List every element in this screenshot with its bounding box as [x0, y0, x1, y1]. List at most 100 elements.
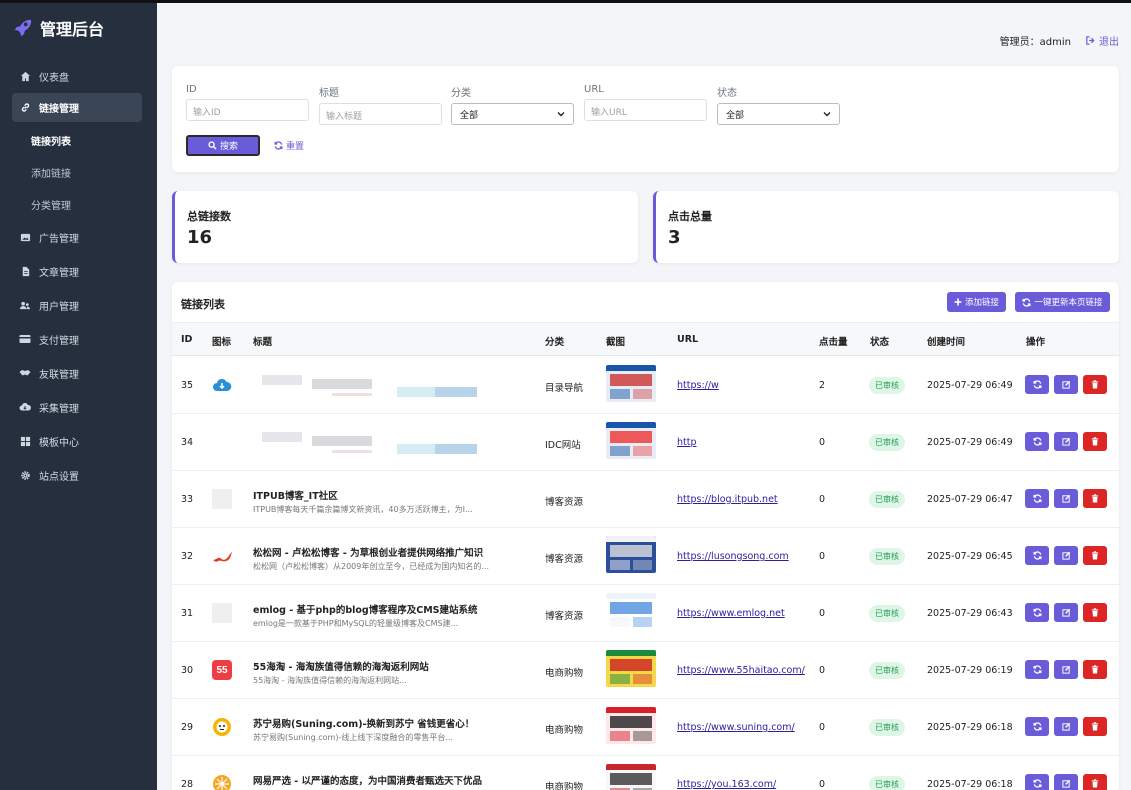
row-actions [1025, 603, 1107, 622]
row-title[interactable]: ITPUB博客_IT社区 [253, 488, 338, 502]
link-icon [19, 102, 31, 114]
delete-row-button[interactable] [1083, 603, 1107, 622]
refresh-row-button[interactable] [1025, 375, 1049, 394]
row-title[interactable]: emlog - 基于php的blog博客程序及CMS建站系统 [253, 602, 478, 616]
table-row: 31 emlog - 基于php的blog博客程序及CMS建站系统 emlog是一款… [172, 585, 1119, 642]
row-screenshot[interactable] [606, 707, 656, 744]
row-actions [1025, 375, 1107, 394]
row-url-link[interactable]: https://blog.itpub.net [677, 494, 778, 505]
edit-row-button[interactable] [1054, 432, 1078, 451]
id-input[interactable]: 输入ID [186, 99, 309, 121]
sidebar-subitem-add-link[interactable]: 添加链接 [0, 156, 157, 188]
sidebar-item-links[interactable]: 链接管理 [12, 93, 142, 122]
sidebar-subitem-category[interactable]: 分类管理 [0, 188, 157, 220]
delete-row-button[interactable] [1083, 375, 1107, 394]
redacted-block [435, 387, 477, 397]
row-url-link[interactable]: https://www.emlog.net [677, 608, 785, 619]
column-header: 截图 [606, 337, 626, 348]
edit-row-button[interactable] [1054, 375, 1078, 394]
edit-icon [1061, 665, 1070, 674]
add-link-button[interactable]: 添加链接 [947, 292, 1006, 312]
edit-row-button[interactable] [1054, 660, 1078, 679]
delete-row-button[interactable] [1083, 660, 1107, 679]
row-title[interactable]: 苏宁易购(Suning.com)-换新到苏宁 省钱更省心！ [253, 716, 474, 730]
edit-icon [1061, 437, 1070, 446]
edit-row-button[interactable] [1054, 546, 1078, 565]
row-category: 博客资源 [545, 554, 584, 565]
row-url-link[interactable]: https://w [677, 380, 719, 391]
placeholder-icon [211, 488, 233, 510]
title-input[interactable]: 输入标题 [319, 103, 442, 125]
sidebar-item-articles[interactable]: 文章管理 [0, 254, 157, 288]
url-label: URL [584, 84, 604, 95]
sidebar-item-users[interactable]: 用户管理 [0, 288, 157, 322]
row-url-link[interactable]: http [677, 437, 697, 448]
redacted-block [332, 450, 372, 453]
refresh-row-button[interactable] [1025, 546, 1049, 565]
delete-row-button[interactable] [1083, 432, 1107, 451]
trash-icon [1091, 665, 1099, 674]
brand[interactable]: 管理后台 [0, 3, 157, 53]
row-title[interactable]: 55海淘 - 海淘族值得信赖的海淘返利网站 [253, 659, 429, 673]
trash-icon [1091, 551, 1099, 560]
sidebar-item-payment[interactable]: 支付管理 [0, 322, 157, 356]
sidebar-item-dashboard[interactable]: 仪表盘 [0, 59, 157, 93]
sidebar-item-label: 仪表盘 [39, 72, 69, 84]
refresh-row-button[interactable] [1025, 717, 1049, 736]
row-clicks: 0 [819, 665, 826, 676]
refresh-icon [1022, 297, 1031, 307]
table-row: 29 苏宁易购(Suning.com)-换新到苏宁 省钱更省心！ 苏宁易购(Suni… [172, 699, 1119, 756]
refresh-page-links-button[interactable]: 一键更新本页链接 [1015, 292, 1110, 312]
chevron-down-icon [823, 112, 831, 117]
row-screenshot[interactable] [606, 764, 656, 790]
row-id: 35 [181, 380, 194, 391]
delete-row-button[interactable] [1083, 774, 1107, 790]
refresh-row-button[interactable] [1025, 432, 1049, 451]
delete-row-button[interactable] [1083, 546, 1107, 565]
row-actions [1025, 774, 1107, 790]
row-screenshot[interactable] [606, 536, 656, 573]
category-select-value: 全部 [460, 110, 479, 121]
row-url-link[interactable]: https://you.163.com/ [677, 779, 776, 790]
sidebar-item-settings[interactable]: 站点设置 [0, 458, 157, 492]
row-created-time: 2025-07-29 06:47 [927, 494, 1013, 505]
row-screenshot[interactable] [606, 650, 656, 687]
status-select[interactable]: 全部 [717, 103, 840, 125]
redacted-block [312, 436, 372, 446]
delete-row-button[interactable] [1083, 717, 1107, 736]
row-screenshot[interactable] [606, 422, 656, 459]
refresh-row-button[interactable] [1025, 660, 1049, 679]
redacted-block [332, 393, 372, 396]
row-title[interactable]: 松松网 - 卢松松博客 - 为草根创业者提供网络推广知识 [253, 545, 483, 559]
row-title[interactable]: 网易严选 - 以严谨的态度，为中国消费者甄选天下优品 [253, 773, 482, 787]
row-url-link[interactable]: https://www.55haitao.com/ [677, 665, 805, 676]
edit-row-button[interactable] [1054, 603, 1078, 622]
refresh-row-button[interactable] [1025, 774, 1049, 790]
search-button[interactable]: 搜索 [186, 135, 260, 156]
delete-row-button[interactable] [1083, 489, 1107, 508]
edit-row-button[interactable] [1054, 717, 1078, 736]
row-screenshot[interactable] [606, 593, 656, 630]
cloud-download-icon [19, 401, 31, 413]
url-input[interactable]: 输入URL [584, 99, 707, 121]
refresh-row-button[interactable] [1025, 603, 1049, 622]
category-select[interactable]: 全部 [451, 103, 574, 125]
table-header: ID 图标 标题 分类 截图 URL 点击量 状态 创建时间 操作 [172, 322, 1119, 356]
row-url-link[interactable]: https://lusongsong.com [677, 551, 789, 562]
logout-link[interactable]: 退出 [1085, 33, 1119, 48]
sidebar-item-friend-links[interactable]: 友联管理 [0, 356, 157, 390]
placeholder-icon [211, 602, 233, 624]
sidebar-item-ads[interactable]: 广告管理 [0, 220, 157, 254]
status-badge: 已审核 [869, 662, 905, 679]
row-screenshot[interactable] [606, 365, 656, 402]
reset-button[interactable]: 重置 [274, 139, 304, 152]
edit-row-button[interactable] [1054, 774, 1078, 790]
lion-logo-icon [211, 716, 233, 738]
row-clicks: 0 [819, 437, 826, 448]
refresh-row-button[interactable] [1025, 489, 1049, 508]
sidebar-item-templates[interactable]: 模板中心 [0, 424, 157, 458]
sidebar-item-collect[interactable]: 采集管理 [0, 390, 157, 424]
row-url-link[interactable]: https://www.suning.com/ [677, 722, 795, 733]
sidebar-subitem-link-list[interactable]: 链接列表 [0, 124, 157, 156]
edit-row-button[interactable] [1054, 489, 1078, 508]
